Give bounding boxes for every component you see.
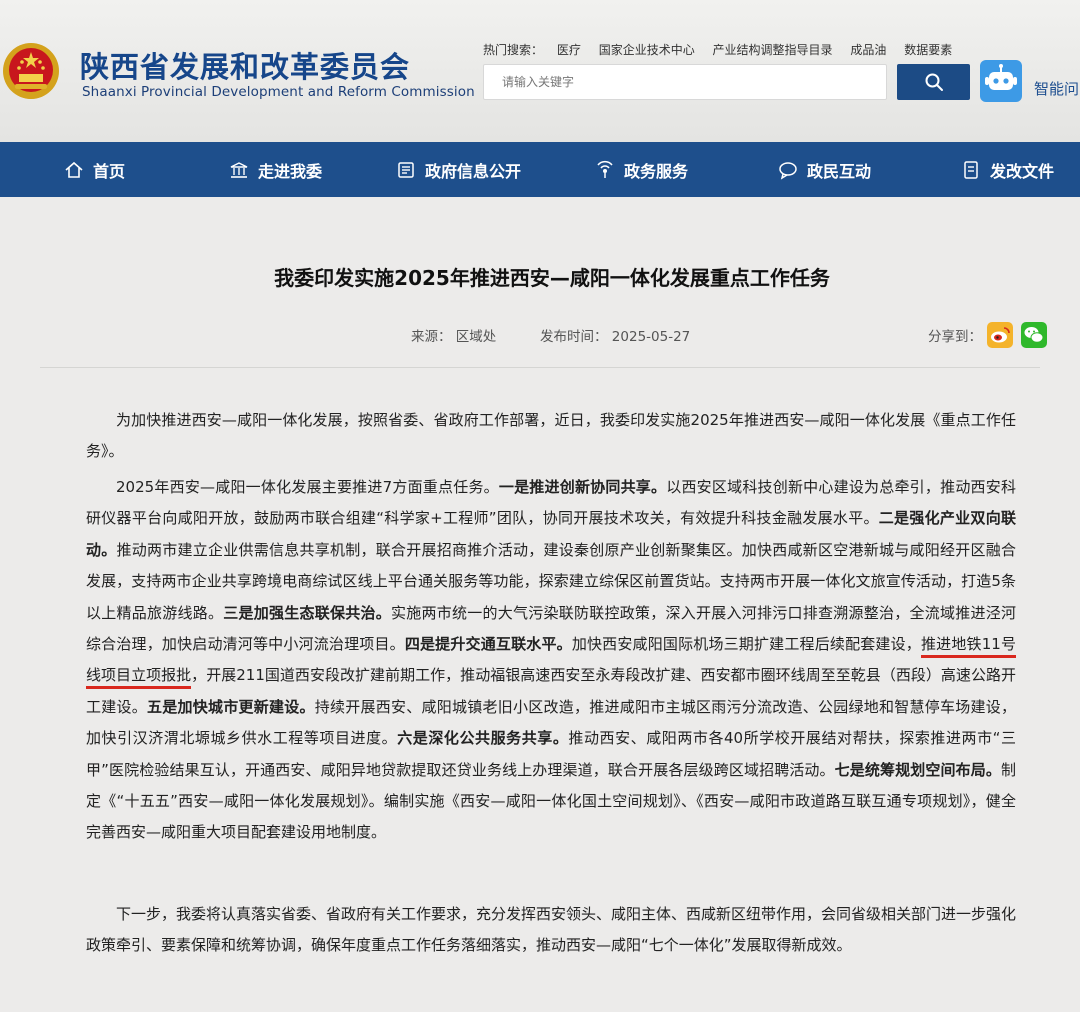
- hot-search-label: 热门搜索：: [483, 43, 544, 57]
- task-heading: 一是推进创新协同共享。: [498, 478, 667, 496]
- nav-item-label: 走进我委: [258, 161, 323, 181]
- search-input[interactable]: [483, 64, 887, 100]
- nav-item-label: 政务服务: [624, 161, 689, 181]
- task-heading: 五是加快城市更新建设。: [147, 697, 315, 716]
- article-date: 发布时间： 2025-05-27: [540, 325, 690, 345]
- nav-item-label: 发改文件: [990, 161, 1055, 181]
- site-header: 陕西省发展和改革委员会 Shaanxi Provincial Developme…: [0, 0, 1080, 142]
- nav-item-about[interactable]: 走进我委: [229, 142, 322, 197]
- nav-item-label: 政民互动: [807, 161, 872, 181]
- smart-qa-link[interactable]: 智能问: [1034, 78, 1079, 99]
- para-text: 加快西安咸阳国际机场三期扩建工程后续配套建设，: [571, 635, 921, 654]
- wechat-icon[interactable]: [1021, 322, 1047, 348]
- hot-search-item[interactable]: 成品油: [850, 43, 886, 57]
- building-icon: [230, 161, 248, 178]
- para-text: 2025年西安—咸阳一体化发展主要推进7方面重点任务。: [116, 478, 499, 496]
- source-value: 区域处: [455, 329, 497, 345]
- weibo-glyph: [991, 327, 1010, 343]
- nav-item-label: 首页: [93, 161, 126, 181]
- date-value: 2025-05-27: [611, 329, 691, 345]
- task-heading: 四是提升交通互联水平。: [404, 635, 572, 654]
- search-button[interactable]: [897, 64, 970, 100]
- chat-icon: [779, 161, 797, 180]
- weibo-icon[interactable]: [987, 322, 1013, 348]
- wechat-glyph: [1024, 327, 1044, 343]
- nav-item-label: 政府信息公开: [425, 161, 522, 181]
- hot-search-item[interactable]: 医疗: [557, 43, 581, 57]
- search-icon: [925, 73, 943, 91]
- date-label: 发布时间：: [540, 329, 608, 345]
- nav-item-services[interactable]: 政务服务: [595, 142, 688, 197]
- hot-search-item[interactable]: 数据要素: [904, 43, 952, 57]
- broadcast-icon: [597, 160, 613, 178]
- nav-item-interaction[interactable]: 政民互动: [778, 142, 871, 197]
- task-heading: 七是统筹规划空间布局。: [834, 760, 1001, 779]
- nav-item-home[interactable]: 首页: [64, 142, 125, 197]
- nav-item-documents[interactable]: 发改文件: [961, 142, 1054, 197]
- hot-search-item[interactable]: 产业结构调整指导目录: [713, 43, 833, 57]
- robot-icon: [985, 64, 1017, 90]
- task-heading: 三是加强生态联保共治。: [223, 603, 391, 622]
- hot-search: 热门搜索： 医疗 国家企业技术中心 产业结构调整指导目录 成品油 数据要素: [483, 41, 966, 58]
- task-heading: 六是深化公共服务共享。: [397, 729, 569, 748]
- main-nav: 首页 走进我委 政府信息公开 政务服务 政民互动 发改文件: [0, 142, 1080, 197]
- source-label: 来源：: [411, 329, 452, 345]
- file-icon: [964, 160, 978, 179]
- robot-assistant-icon[interactable]: [980, 60, 1022, 102]
- home-icon: [65, 161, 83, 178]
- article-paragraph-2: 2025年西安—咸阳一体化发展主要推进7方面重点任务。一是推进创新协同共享。以西…: [86, 472, 1016, 849]
- national-emblem-icon: [3, 43, 59, 100]
- document-icon: [398, 161, 414, 178]
- hot-search-item[interactable]: 国家企业技术中心: [599, 43, 695, 57]
- meta-divider: [40, 367, 1040, 368]
- site-title[interactable]: 陕西省发展和改革委员会: [80, 44, 410, 86]
- share-label: 分享到：: [928, 329, 982, 345]
- nav-item-info-disclosure[interactable]: 政府信息公开: [396, 142, 521, 197]
- article-paragraph-3: 下一步，我委将认真落实省委、省政府有关工作要求，充分发挥西安领头、咸阳主体、西咸…: [86, 905, 1017, 955]
- article-paragraph-1: 为加快推进西安—咸阳一体化发展，按照省委、省政府工作部署，近日，我委印发实施20…: [86, 411, 1016, 461]
- article-source: 来源： 区域处: [411, 325, 496, 345]
- article-title: 我委印发实施2025年推进西安—咸阳一体化发展重点工作任务: [274, 266, 830, 290]
- site-subtitle: Shaanxi Provincial Development and Refor…: [82, 84, 475, 100]
